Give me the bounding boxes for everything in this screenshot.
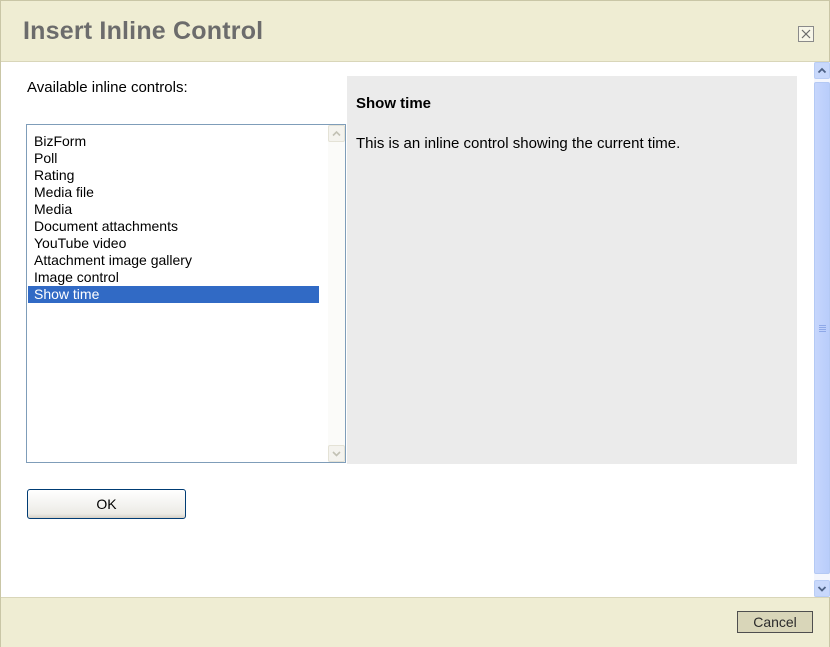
dialog-title: Insert Inline Control [23, 17, 264, 45]
dialog-scroll-down-button[interactable] [814, 580, 830, 597]
list-item[interactable]: YouTube video [28, 235, 319, 252]
control-preview-panel: Show time This is an inline control show… [347, 76, 797, 464]
preview-description: This is an inline control showing the cu… [356, 135, 681, 152]
listbox-scrollbar[interactable] [328, 125, 345, 462]
dialog-scroll-thumb[interactable] [814, 82, 830, 574]
cancel-button[interactable]: Cancel [737, 611, 813, 633]
preview-title: Show time [356, 95, 432, 112]
dialog-content: Available inline controls: BizForm Poll Ra… [1, 62, 814, 597]
close-box-icon [801, 29, 811, 39]
dialog-scroll-up-button[interactable] [814, 62, 830, 79]
list-item[interactable]: Show time [28, 286, 319, 303]
list-item[interactable]: Document attachments [28, 218, 319, 235]
listbox-scroll-down-button[interactable] [328, 445, 345, 462]
dialog-footer: Cancel [1, 597, 829, 647]
list-item[interactable]: Media [28, 201, 319, 218]
available-controls-label: Available inline controls: [27, 79, 188, 96]
list-item[interactable]: Media file [28, 184, 319, 201]
list-item[interactable]: BizForm [28, 133, 319, 150]
close-button[interactable] [798, 26, 814, 42]
dialog-titlebar: Insert Inline Control [1, 1, 829, 62]
chevron-up-icon [817, 67, 827, 74]
list-items: BizForm Poll Rating Media file Media Document… [28, 133, 319, 303]
chevron-down-icon [817, 586, 827, 592]
list-item[interactable]: Image control [28, 269, 319, 286]
listbox-scroll-up-button[interactable] [328, 125, 345, 142]
insert-inline-control-dialog: Insert Inline Control Available inline c… [0, 0, 830, 647]
dialog-scrollbar[interactable] [814, 62, 830, 597]
ok-button[interactable]: OK [27, 489, 186, 519]
chevron-down-icon [332, 451, 341, 457]
inline-controls-listbox[interactable]: BizForm Poll Rating Media file Media Document… [26, 124, 346, 463]
list-item[interactable]: Attachment image gallery [28, 252, 319, 269]
chevron-up-icon [332, 130, 341, 137]
list-item[interactable]: Poll [28, 150, 319, 167]
list-item[interactable]: Rating [28, 167, 319, 184]
